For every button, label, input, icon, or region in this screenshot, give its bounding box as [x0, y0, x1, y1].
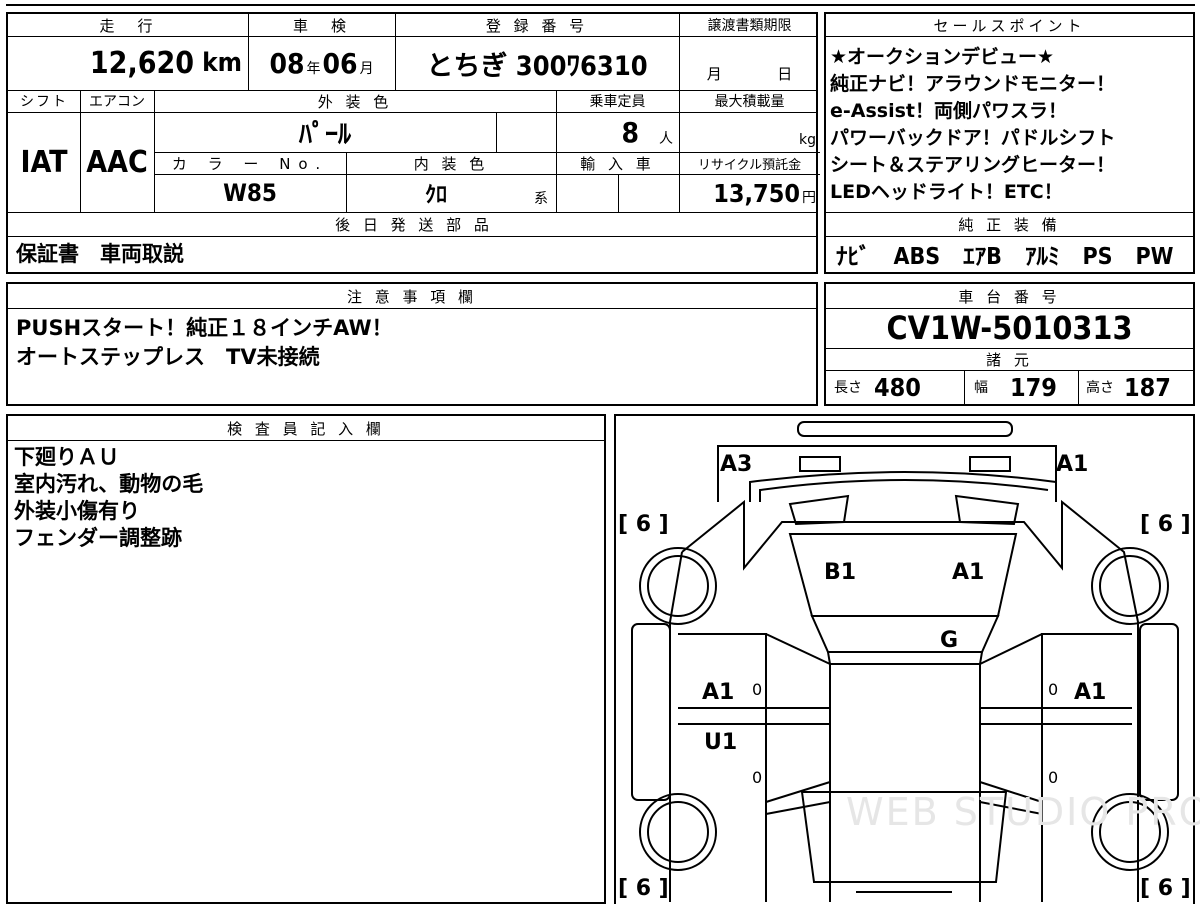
capacity-value: 8 人 — [556, 112, 679, 152]
import-label: 輸 入 車 — [580, 154, 655, 173]
cropped-top-row — [6, 0, 1195, 6]
watermark: WEB STUDIO PRO — [846, 790, 1200, 834]
aircon-value: AAC — [86, 144, 148, 180]
damage-mark-zero: 0 — [1048, 768, 1059, 787]
caution-line: オートステップレス TV未接続 — [16, 345, 320, 369]
max-load-value: kg — [799, 132, 816, 148]
chassis-number: CV1W-5010313 — [886, 309, 1133, 347]
spec-width-value: 179 — [1010, 372, 1057, 402]
caution-panel: 注 意 事 項 欄 PUSHスタート！純正１８インチAW！ オートステップレス … — [6, 282, 818, 406]
inspector-line: 外装小傷有り — [14, 499, 140, 523]
exterior-color-value: ﾊﾟｰﾙ — [298, 119, 351, 150]
inspector-line: 下廻りＡＵ — [14, 445, 119, 469]
capacity-unit: 人 — [659, 131, 673, 147]
spec-length-label: 長さ — [834, 380, 862, 396]
sales-points-panel: セールスポイント ★オークションデビュー★ 純正ナビ！アラウンドモニター！ e-… — [824, 12, 1195, 274]
inspector-label: 検 査 員 記 入 欄 — [227, 419, 385, 438]
registration-label: 登 録 番 号 — [485, 16, 589, 35]
spec-height: 高さ 187 — [1078, 370, 1193, 404]
chassis-panel: 車 台 番 号 CV1W-5010313 諸 元 長さ 480 幅 179 高さ… — [824, 282, 1195, 406]
sales-point-line: ★オークションデビュー★ — [830, 46, 1055, 68]
interior-color-value: ｸﾛ — [424, 183, 447, 208]
inspection-label: 車 検 — [292, 16, 350, 35]
inspection-month-unit: 月 — [359, 61, 374, 77]
damage-mark-g: G — [940, 628, 959, 653]
inspection-year-unit: 年 — [306, 61, 321, 77]
damage-mark-u1: U1 — [704, 730, 738, 755]
transfer-day-unit: 日 — [777, 65, 793, 83]
spec-width-label: 幅 — [974, 380, 988, 396]
transfer-month-unit: 月 — [706, 65, 722, 83]
damage-mark-a1-left-door: A1 — [702, 680, 735, 705]
specs-label: 諸 元 — [986, 350, 1033, 369]
tire-tread-front-right: [ 6 ] — [1140, 512, 1191, 537]
caution-line: PUSHスタート！純正１８インチAW！ — [16, 316, 393, 340]
damage-diagram-panel: WEB STUDIO PRO A3 A1 B1 A1 G A1 A1 U1 0 … — [614, 414, 1200, 904]
genuine-equipment-label: 純 正 装 備 — [958, 215, 1061, 234]
damage-mark-a3: A3 — [720, 452, 753, 477]
interior-color-unit: 系 — [534, 191, 548, 207]
color-no-value: W85 — [223, 179, 277, 207]
mileage-value: 12,620 km — [8, 36, 248, 90]
inspection-month: 06 — [322, 46, 358, 80]
sales-point-line: LEDヘッドライト！ETC！ — [830, 181, 1063, 203]
shift-value: IAT — [20, 144, 68, 180]
sales-points-label: セールスポイント — [933, 16, 1086, 35]
inspector-panel: 検 査 員 記 入 欄 下廻りＡＵ 室内汚れ、動物の毛 外装小傷有り フェンダー… — [6, 414, 606, 904]
mileage-label: 走 行 — [99, 16, 157, 35]
caution-label: 注 意 事 項 欄 — [346, 287, 478, 306]
capacity-number: 8 — [621, 115, 639, 149]
later-parts-value: 保証書 車両取説 — [16, 241, 184, 266]
sales-point-line: パワーバックドア！パドルシフト — [830, 127, 1116, 149]
exterior-color-label: 外 装 色 — [317, 92, 393, 111]
aircon-label: エアコン — [89, 94, 145, 110]
tire-tread-rear-right: [ 6 ] — [1140, 876, 1191, 901]
spec-length: 長さ 480 — [826, 370, 964, 404]
chassis-label: 車 台 番 号 — [958, 287, 1061, 306]
mileage-unit: km — [202, 48, 242, 78]
damage-mark-zero: 0 — [1048, 680, 1059, 699]
sales-point-line: e-Assist！両側パワスラ！ — [830, 100, 1067, 122]
shift-label: シフト — [20, 94, 68, 110]
color-no-label: カ ラ ー No. — [171, 154, 329, 173]
interior-color-label: 内 装 色 — [413, 154, 489, 173]
recycle-unit: 円 — [802, 190, 816, 206]
transfer-value: 月 日 — [679, 36, 820, 90]
inspection-value: 08 年 06 月 — [248, 36, 395, 90]
tire-tread-rear-left: [ 6 ] — [618, 876, 669, 901]
transfer-label: 譲渡書類期限 — [707, 18, 792, 34]
vehicle-info-table: 走 行 車 検 登 録 番 号 譲渡書類期限 12,620 km 08 年 06… — [6, 12, 820, 274]
sales-point-line: 純正ナビ！アラウンドモニター！ — [830, 73, 1116, 95]
damage-mark-b1: B1 — [824, 560, 857, 585]
capacity-label: 乗車定員 — [589, 94, 646, 110]
inspector-line: フェンダー調整跡 — [14, 526, 182, 550]
recycle-label: リサイクル預託金 — [697, 157, 802, 173]
inspector-line: 室内汚れ、動物の毛 — [14, 472, 204, 496]
recycle-value: 13,750 円 — [679, 174, 820, 212]
tire-tread-front-left: [ 6 ] — [618, 512, 669, 537]
max-load-label: 最大積載量 — [714, 94, 785, 110]
damage-mark-a1-front: A1 — [1056, 452, 1089, 477]
sales-points-list: ★オークションデビュー★ 純正ナビ！アラウンドモニター！ e-Assist！両側… — [830, 44, 1192, 206]
genuine-equipment-value: ﾅﾋﾞ ABS ｴｱB ｱﾙﾐ PS PW — [836, 244, 1174, 270]
damage-mark-zero: 0 — [752, 680, 763, 699]
recycle-number: 13,750 — [713, 178, 800, 208]
sales-point-line: シート＆ステアリングヒーター！ — [830, 154, 1116, 176]
later-parts-label: 後 日 発 送 部 品 — [335, 215, 493, 234]
spec-length-value: 480 — [874, 372, 921, 402]
damage-mark-a1-right-door: A1 — [1074, 680, 1107, 705]
spec-height-label: 高さ — [1086, 380, 1114, 396]
spec-height-value: 187 — [1124, 372, 1171, 402]
registration-value: とちぎ 300ﾜ6310 — [426, 50, 648, 82]
mileage-number: 12,620 — [89, 45, 195, 81]
inspection-year: 08 — [269, 46, 305, 80]
damage-mark-zero: 0 — [752, 768, 763, 787]
spec-width: 幅 179 — [964, 370, 1078, 404]
damage-mark-a1-hood: A1 — [952, 560, 985, 585]
